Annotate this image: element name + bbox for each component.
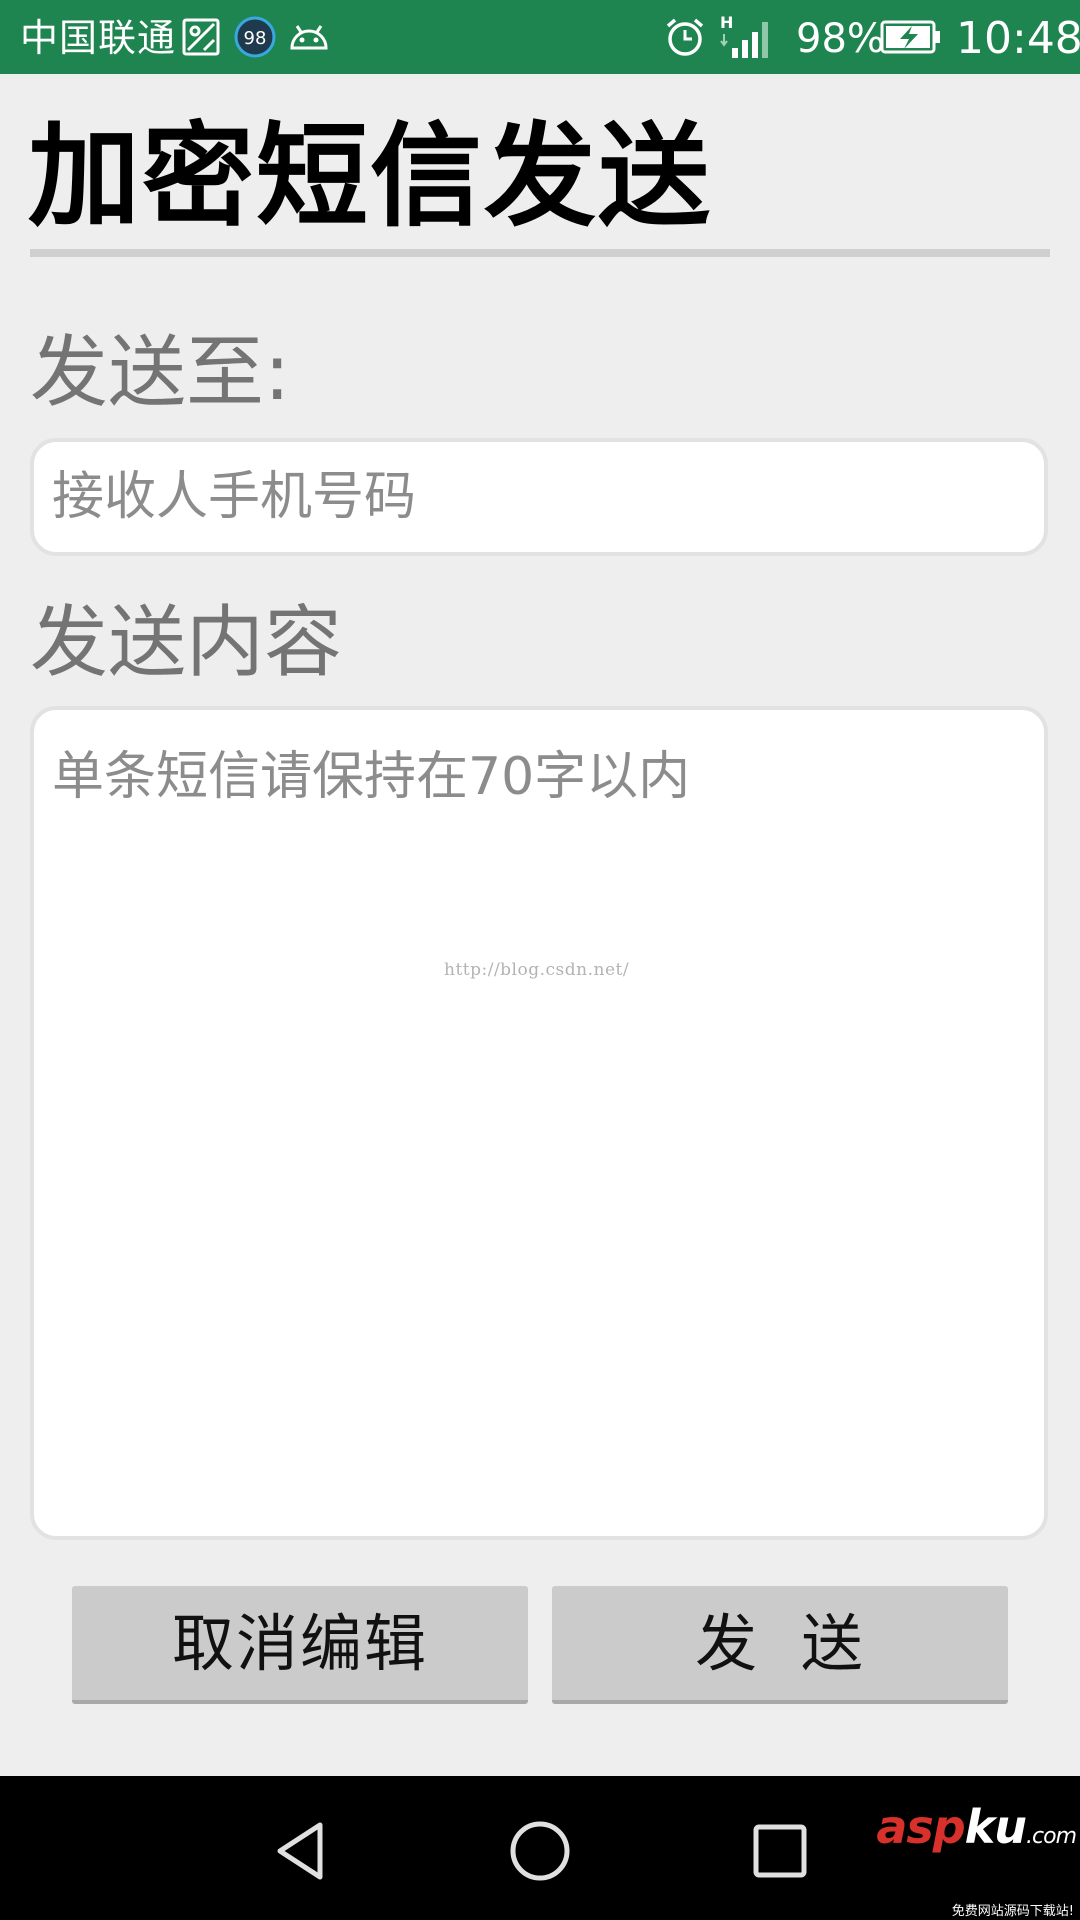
badge-count: 98 (244, 28, 267, 49)
watermark-url: http://blog.csdn.net/ (444, 960, 630, 980)
title-divider (30, 249, 1050, 257)
alarm-icon (664, 0, 706, 74)
recipient-label: 发送至: (30, 328, 291, 418)
site-logo-text: aspku.com (876, 1800, 1077, 1854)
recents-icon[interactable] (740, 1816, 820, 1886)
clock: 10:48 (956, 13, 1080, 64)
message-textarea[interactable]: 单条短信请保持在70字以内 (30, 706, 1048, 1540)
android-icon (288, 0, 330, 74)
recipient-phone-input[interactable]: 接收人手机号码 (30, 438, 1048, 556)
network-type: H (720, 13, 733, 32)
signal-icon: H (718, 0, 774, 74)
home-icon[interactable] (500, 1816, 580, 1886)
gallery-icon (182, 0, 220, 74)
badge-icon: 98 (234, 0, 276, 74)
back-icon[interactable] (260, 1816, 340, 1886)
cancel-edit-button[interactable]: 取消编辑 (72, 1586, 528, 1704)
message-label: 发送内容 (30, 598, 343, 688)
send-button[interactable]: 发 送 (552, 1586, 1008, 1704)
site-logo-tagline: 免费网站源码下载站! (951, 1904, 1074, 1919)
battery-percent: 98% (796, 16, 885, 62)
carrier-name: 中国联通 (20, 16, 177, 60)
recipient-placeholder: 接收人手机号码 (52, 467, 417, 527)
site-logo: aspku.com 免费网站源码下载站! (876, 1800, 1078, 1919)
status-bar: 中国联通 98 H 98% 10:48 (0, 0, 1080, 74)
page-title: 加密短信发送 (28, 112, 712, 242)
message-placeholder: 单条短信请保持在70字以内 (52, 747, 691, 807)
battery-charging-icon (880, 0, 942, 74)
